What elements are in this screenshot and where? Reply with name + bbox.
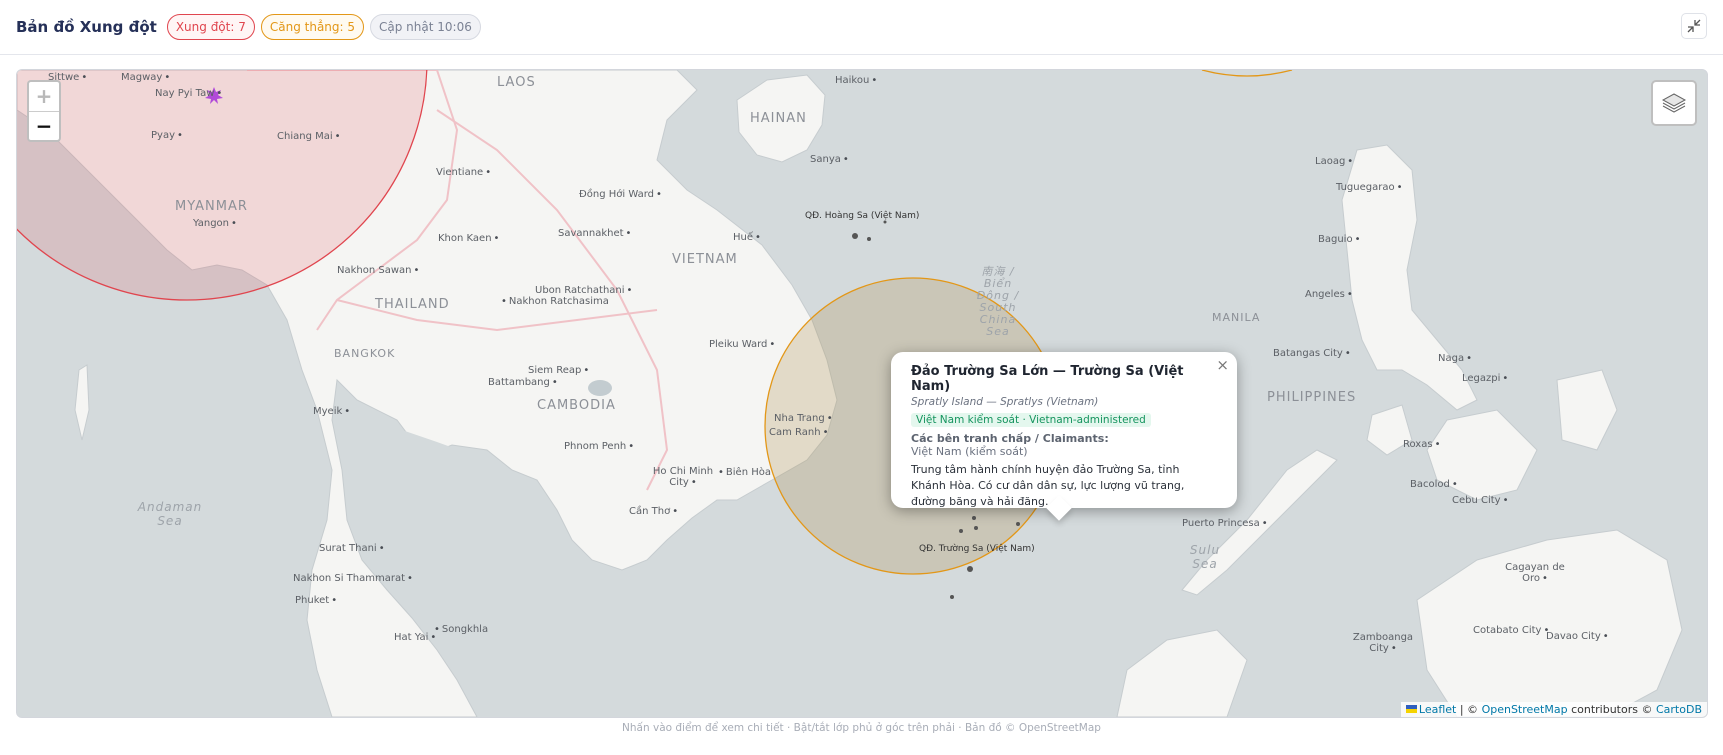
update-time-badge: Cập nhật 10:06: [370, 14, 481, 40]
city-label: Laoag: [1315, 156, 1353, 167]
city-label: Pyay: [151, 130, 183, 141]
city-label: Phnom Penh: [564, 441, 634, 452]
city-label: Myeik: [313, 406, 350, 417]
city-label: Cần Thơ: [629, 506, 678, 517]
layers-icon: [1661, 93, 1687, 113]
city-label: Naga: [1438, 353, 1472, 364]
city-label: Haikou: [835, 75, 877, 86]
zoom-out-button[interactable]: −: [29, 112, 59, 141]
city-label: Legazpi: [1462, 373, 1508, 384]
sea-label-south-china-sea: 南海 / Biển Đông / South China Sea: [976, 265, 1020, 338]
country-label-vietnam: VIETNAM: [672, 252, 738, 267]
sea-label-sulu: Sulu Sea: [1189, 543, 1221, 571]
city-label: Tuguegarao: [1336, 182, 1403, 193]
city-label: Cam Ranh: [769, 427, 828, 438]
country-label-philippines: PHILIPPINES: [1267, 390, 1357, 405]
map-container[interactable]: LAOS HAINAN MYANMAR VIETNAM THAILAND BAN…: [16, 69, 1708, 718]
country-label-hainan: HAINAN: [750, 111, 807, 126]
layers-button[interactable]: [1651, 80, 1697, 126]
conflict-count-badge: Xung đột: 7: [166, 14, 255, 40]
osm-link[interactable]: OpenStreetMap: [1482, 703, 1568, 716]
city-label: Huế: [733, 232, 761, 243]
city-label: Cotabato City: [1473, 625, 1549, 636]
country-label-laos: LAOS: [497, 75, 536, 90]
city-label: Yangon: [193, 218, 237, 229]
city-label: Sanya: [810, 154, 849, 165]
city-label: Savannakhet: [558, 228, 631, 239]
city-label: Phuket: [295, 595, 337, 606]
city-label: Davao City: [1546, 631, 1609, 642]
city-label: Vientiane: [436, 167, 491, 178]
city-label: Nakhon Si Thammarat: [293, 573, 413, 584]
city-label: Đồng Hới Ward: [579, 189, 662, 200]
city-label: Angeles: [1305, 289, 1353, 300]
leaflet-link[interactable]: Leaflet: [1419, 703, 1456, 716]
archipelago-label-paracel: QĐ. Hoàng Sa (Việt Nam): [805, 211, 920, 221]
marker-popup: × Đảo Trường Sa Lớn — Trường Sa (Việt Na…: [891, 352, 1237, 521]
city-label: Surat Thani: [319, 543, 385, 554]
city-label: Ubon Ratchathani: [535, 285, 632, 296]
popup-claimants: Việt Nam (kiểm soát): [911, 445, 1028, 458]
city-label: Bacolod: [1410, 479, 1458, 490]
city-label: Roxas: [1403, 439, 1440, 450]
city-label: Nay Pyi Taw: [155, 88, 222, 99]
city-label: Batangas City: [1273, 348, 1351, 359]
city-label-manila: MANILA: [1212, 311, 1261, 324]
country-label-myanmar: MYANMAR: [175, 199, 248, 214]
city-label: Magway: [121, 72, 170, 83]
city-label: Hat Yai: [394, 632, 436, 643]
city-label: Siem Reap: [528, 365, 589, 376]
footer-hint: Nhấn vào điểm để xem chi tiết · Bật/tắt …: [622, 722, 1101, 734]
city-label: Cagayan de Oro: [1502, 562, 1568, 584]
popup-claimants-heading: Các bên tranh chấp / Claimants:: [911, 432, 1109, 445]
country-label-thailand: THAILAND: [375, 297, 450, 312]
country-label-cambodia: CAMBODIA: [537, 398, 616, 413]
cartodb-link[interactable]: CartoDB: [1656, 703, 1702, 716]
header-bar: Bản đồ Xung đột Xung đột: 7 Căng thẳng: …: [0, 0, 1723, 55]
page-title: Bản đồ Xung đột: [16, 18, 157, 36]
city-label: Songkhla: [434, 624, 490, 635]
map-attribution: Leaflet | © OpenStreetMap contributors ©…: [1400, 702, 1707, 717]
collapse-icon: [1687, 19, 1701, 33]
city-label-bangkok: BANGKOK: [334, 347, 396, 360]
city-label: Biên Hòa: [718, 467, 773, 478]
city-label: Ho Chi Minh City: [651, 466, 715, 488]
city-label: Khon Kaen: [438, 233, 499, 244]
popup-status-badge: Việt Nam kiểm soát · Vietnam-administere…: [911, 413, 1151, 427]
city-label: Nakhon Sawan: [337, 265, 419, 276]
ukraine-flag-icon: [1405, 705, 1417, 713]
city-label: Cebu City: [1452, 495, 1509, 506]
sea-label-andaman: Andaman Sea: [137, 500, 203, 528]
popup-title: Đảo Trường Sa Lớn — Trường Sa (Việt Nam): [911, 364, 1184, 394]
city-label: Pleiku Ward: [709, 339, 775, 350]
map-basemap[interactable]: [17, 70, 1707, 717]
collapse-button[interactable]: [1681, 13, 1707, 39]
archipelago-label-spratly: QĐ. Trường Sa (Việt Nam): [919, 544, 1035, 554]
popup-close-button[interactable]: ×: [1216, 356, 1229, 374]
tension-count-badge: Căng thẳng: 5: [260, 14, 365, 40]
city-label: Chiang Mai: [277, 131, 341, 142]
zoom-in-button[interactable]: +: [29, 82, 59, 112]
popup-subtitle: Spratly Island — Spratlys (Vietnam): [911, 396, 1099, 408]
city-label: Nakhon Ratchasima: [501, 296, 611, 307]
city-label: Puerto Princesa: [1182, 518, 1268, 529]
city-label: Baguio: [1318, 234, 1360, 245]
city-label: Zamboanga City: [1350, 632, 1416, 654]
city-label: Nha Trang: [774, 413, 833, 424]
zoom-control: + −: [27, 80, 61, 142]
city-label: Battambang: [488, 377, 558, 388]
